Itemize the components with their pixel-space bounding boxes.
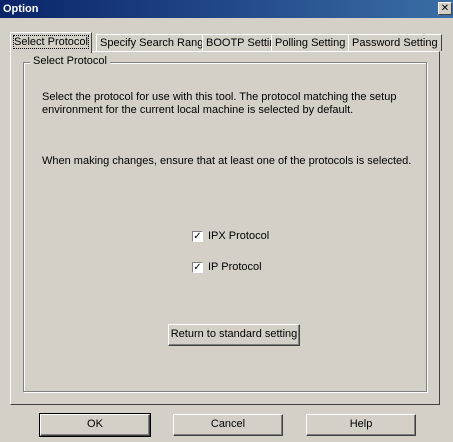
help-button[interactable]: Help [306,414,416,436]
ip-protocol-checkbox[interactable]: ✓ [192,262,203,273]
tab-specify-search-range[interactable]: Specify Search Range [96,34,214,51]
description-text: Select the protocol for use with this to… [42,91,397,116]
close-button[interactable]: ✕ [438,2,452,15]
tab-panel: Select Protocol Select the protocol for … [10,51,440,405]
option-dialog: Option ✕ Select Protocol Specify Search … [0,0,453,442]
checkmark-icon: ✓ [193,231,202,242]
return-to-standard-button[interactable]: Return to standard setting [168,324,300,346]
ip-protocol-label[interactable]: IP Protocol [208,261,262,273]
title-bar: Option ✕ [0,0,453,18]
select-protocol-group: Select Protocol Select the protocol for … [23,55,427,392]
ipx-protocol-checkbox[interactable]: ✓ [192,231,203,242]
close-icon: ✕ [440,3,450,14]
window-title: Option [3,3,39,15]
cancel-button[interactable]: Cancel [173,414,283,436]
ok-button[interactable]: OK [39,413,151,437]
ipx-protocol-label[interactable]: IPX Protocol [208,230,269,242]
tab-polling-setting[interactable]: Polling Setting [271,34,350,51]
tab-password-setting[interactable]: Password Setting [348,34,442,51]
tab-select-protocol[interactable]: Select Protocol [10,32,92,53]
note-text: When making changes, ensure that at leas… [42,155,412,167]
group-label: Select Protocol [30,55,110,67]
checkmark-icon: ✓ [193,262,202,273]
